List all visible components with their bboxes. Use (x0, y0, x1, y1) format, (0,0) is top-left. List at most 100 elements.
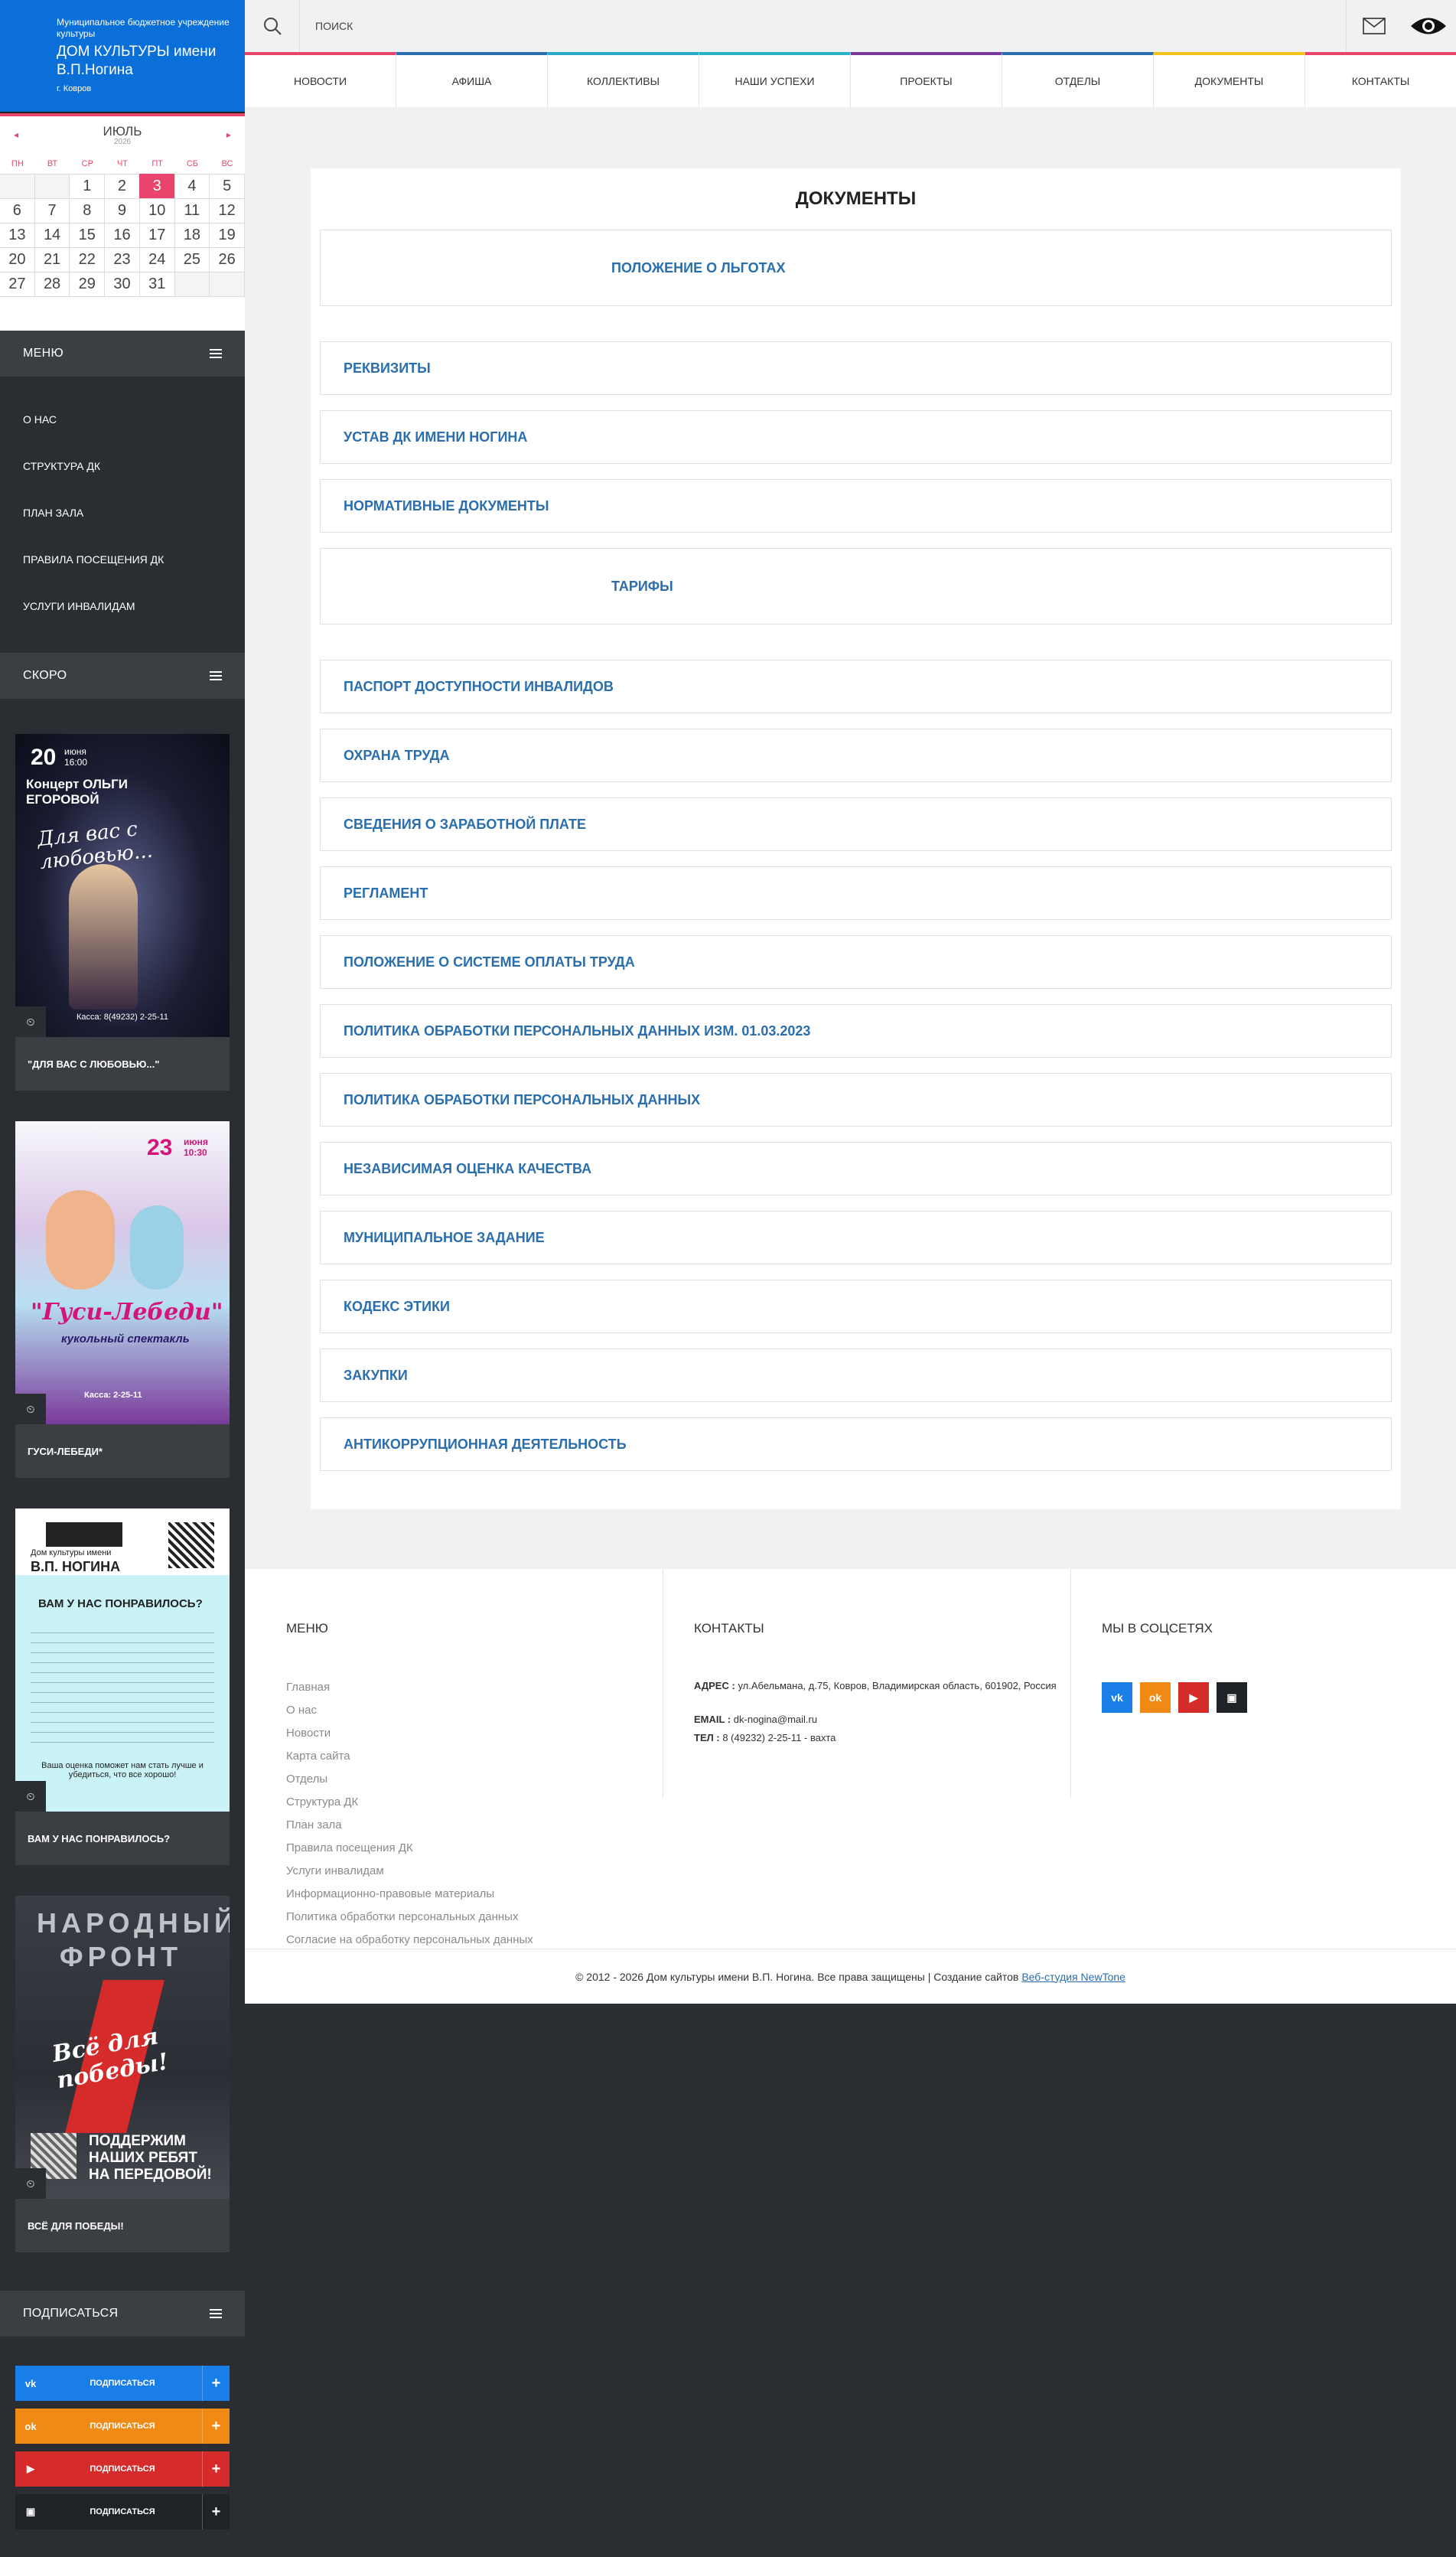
calendar-day[interactable]: 8 (69, 198, 106, 223)
document-link[interactable]: СВЕДЕНИЯ О ЗАРАБОТНОЙ ПЛАТЕ (320, 797, 1392, 851)
document-link[interactable]: ЗАКУПКИ (320, 1349, 1392, 1402)
document-link[interactable]: МУНИЦИПАЛЬНОЕ ЗАДАНИЕ (320, 1211, 1392, 1264)
footer-menu-item[interactable]: Информационно-правовые материалы (286, 1883, 533, 1906)
document-link[interactable]: ОХРАНА ТРУДА (320, 729, 1392, 782)
document-link[interactable]: РЕГЛАМЕНТ (320, 866, 1392, 920)
nav-item[interactable]: НОВОСТИ (245, 52, 396, 107)
document-link[interactable]: АНТИКОРРУПЦИОННАЯ ДЕЯТЕЛЬНОСТЬ (320, 1417, 1392, 1471)
footer-menu-item[interactable]: Новости (286, 1722, 533, 1745)
calendar-prev-button[interactable]: ◂ (14, 129, 18, 140)
nav-item[interactable]: ПРОЕКТЫ (851, 52, 1002, 107)
calendar-day-today[interactable]: 3 (138, 174, 175, 199)
hamburger-icon[interactable] (210, 349, 222, 358)
footer-menu-item[interactable]: Главная (286, 1676, 533, 1699)
vk-icon[interactable]: vk (1102, 1682, 1132, 1713)
calendar-day[interactable]: 15 (69, 223, 106, 248)
hamburger-icon[interactable] (210, 671, 222, 680)
poster-image[interactable]: 23 июня 10:30 "Гуси-Лебеди" кукольный сп… (15, 1121, 230, 1424)
nav-item[interactable]: НАШИ УСПЕХИ (699, 52, 851, 107)
footer-menu-item[interactable]: О нас (286, 1699, 533, 1722)
calendar-day[interactable]: 2 (104, 174, 140, 199)
subscribe-button[interactable]: vk ПОДПИСАТЬСЯ + (15, 2366, 230, 2401)
nav-item[interactable]: КОЛЛЕКТИВЫ (548, 52, 699, 107)
document-link[interactable]: ПОЛИТИКА ОБРАБОТКИ ПЕРСОНАЛЬНЫХ ДАННЫХ (320, 1073, 1392, 1127)
poster-card[interactable]: 23 июня 10:30 "Гуси-Лебеди" кукольный сп… (15, 1121, 230, 1478)
calendar-day[interactable]: 24 (138, 247, 175, 272)
calendar-day[interactable]: 20 (0, 247, 35, 272)
calendar-day[interactable]: 14 (34, 223, 70, 248)
odnoklassniki-icon[interactable]: ok (1140, 1682, 1171, 1713)
mail-button[interactable] (1346, 0, 1401, 52)
document-link[interactable]: ПАСПОРТ ДОСТУПНОСТИ ИНВАЛИДОВ (320, 660, 1392, 713)
calendar-day[interactable]: 16 (104, 223, 140, 248)
site-logo[interactable]: Муниципальное бюджетное учреждение культ… (0, 0, 245, 112)
sidebar-menu-header[interactable]: МЕНЮ (0, 331, 245, 377)
nav-item[interactable]: ДОКУМЕНТЫ (1154, 52, 1305, 107)
developer-link[interactable]: Веб-студия NewTone (1021, 1971, 1125, 1983)
footer-menu-item[interactable]: Политика обработки персональных данных (286, 1906, 533, 1929)
calendar-day[interactable]: 30 (104, 272, 140, 297)
poster-title[interactable]: ВСЁ ДЛЯ ПОБЕДЫ! (15, 2199, 230, 2252)
document-link[interactable]: ПОЛИТИКА ОБРАБОТКИ ПЕРСОНАЛЬНЫХ ДАННЫХ И… (320, 1004, 1392, 1058)
poster-title[interactable]: ГУСИ-ЛЕБЕДИ* (15, 1424, 230, 1478)
footer-menu-item[interactable]: Структура ДК (286, 1791, 533, 1814)
calendar-day[interactable]: 5 (209, 174, 245, 199)
search-input[interactable] (315, 15, 851, 37)
nav-item[interactable]: ОТДЕЛЫ (1002, 52, 1154, 107)
calendar-day[interactable]: 19 (209, 223, 245, 248)
rutube-icon[interactable]: ▣ (1217, 1682, 1247, 1713)
footer-menu-item[interactable]: Карта сайта (286, 1745, 533, 1768)
poster-card[interactable]: НАРОДНЫЙ ФРОНТ Всё для победы! ПОДДЕРЖИМ… (15, 1896, 230, 2252)
calendar-day[interactable]: 7 (34, 198, 70, 223)
document-link[interactable]: УСТАВ ДК ИМЕНИ НОГИНА (320, 410, 1392, 464)
calendar-day[interactable]: 1 (69, 174, 106, 199)
nav-item[interactable]: АФИША (396, 52, 548, 107)
calendar-day[interactable]: 29 (69, 272, 106, 297)
subscribe-button[interactable]: ▣ ПОДПИСАТЬСЯ + (15, 2494, 230, 2529)
calendar-day[interactable]: 9 (104, 198, 140, 223)
email-value[interactable]: dk-nogina@mail.ru (734, 1714, 817, 1725)
search-button[interactable] (245, 0, 300, 52)
calendar-day[interactable]: 27 (0, 272, 35, 297)
calendar-day[interactable]: 21 (34, 247, 70, 272)
youtube-icon[interactable]: ▶ (1178, 1682, 1209, 1713)
calendar-day[interactable]: 12 (209, 198, 245, 223)
calendar-day[interactable]: 6 (0, 198, 35, 223)
footer-menu-item[interactable]: Услуги инвалидам (286, 1860, 533, 1883)
footer-menu-item[interactable]: План зала (286, 1814, 533, 1837)
calendar-day[interactable]: 23 (104, 247, 140, 272)
calendar-day[interactable]: 25 (174, 247, 210, 272)
sidebar-menu-item[interactable]: ПРАВИЛА ПОСЕЩЕНИЯ ДК (0, 537, 245, 583)
calendar-day[interactable]: 17 (138, 223, 175, 248)
poster-image[interactable]: 20 июня 16:00 Концерт ОЛЬГИ ЕГОРОВОЙ Для… (15, 734, 230, 1037)
accessibility-button[interactable] (1401, 0, 1456, 52)
subscribe-button[interactable]: ok ПОДПИСАТЬСЯ + (15, 2409, 230, 2444)
footer-menu-item[interactable]: Правила посещения ДК (286, 1837, 533, 1860)
poster-title[interactable]: "ДЛЯ ВАС С ЛЮБОВЬЮ..." (15, 1037, 230, 1091)
subscribe-button[interactable]: ▶ ПОДПИСАТЬСЯ + (15, 2451, 230, 2487)
calendar-day[interactable]: 18 (174, 223, 210, 248)
sidebar-menu-item[interactable]: ПЛАН ЗАЛА (0, 490, 245, 537)
poster-card[interactable]: Дом культуры имени В.П. НОГИНА ВАМ У НАС… (15, 1508, 230, 1865)
poster-card[interactable]: 20 июня 16:00 Концерт ОЛЬГИ ЕГОРОВОЙ Для… (15, 734, 230, 1091)
document-link[interactable]: ПОЛОЖЕНИЕ О ЛЬГОТАХ (320, 230, 1392, 306)
sidebar-menu-item[interactable]: О НАС (0, 396, 245, 443)
calendar-day[interactable]: 13 (0, 223, 35, 248)
calendar-day[interactable]: 28 (34, 272, 70, 297)
document-link[interactable]: ПОЛОЖЕНИЕ О СИСТЕМЕ ОПЛАТЫ ТРУДА (320, 935, 1392, 989)
document-link[interactable]: РЕКВИЗИТЫ (320, 341, 1392, 395)
calendar-day[interactable]: 22 (69, 247, 106, 272)
document-link[interactable]: ТАРИФЫ (320, 548, 1392, 625)
hamburger-icon[interactable] (210, 2309, 222, 2318)
document-link[interactable]: НОРМАТИВНЫЕ ДОКУМЕНТЫ (320, 479, 1392, 533)
poster-title[interactable]: ВАМ У НАС ПОНРАВИЛОСЬ? (15, 1812, 230, 1865)
document-link[interactable]: НЕЗАВИСИМАЯ ОЦЕНКА КАЧЕСТВА (320, 1142, 1392, 1195)
calendar-day[interactable]: 31 (138, 272, 175, 297)
footer-menu-item[interactable]: Отделы (286, 1768, 533, 1791)
document-link[interactable]: КОДЕКС ЭТИКИ (320, 1280, 1392, 1333)
poster-image[interactable]: Дом культуры имени В.П. НОГИНА ВАМ У НАС… (15, 1508, 230, 1812)
sidebar-menu-item[interactable]: УСЛУГИ ИНВАЛИДАМ (0, 583, 245, 630)
calendar-next-button[interactable]: ▸ (226, 129, 231, 140)
calendar-day[interactable]: 26 (209, 247, 245, 272)
sidebar-menu-item[interactable]: СТРУКТУРА ДК (0, 443, 245, 490)
